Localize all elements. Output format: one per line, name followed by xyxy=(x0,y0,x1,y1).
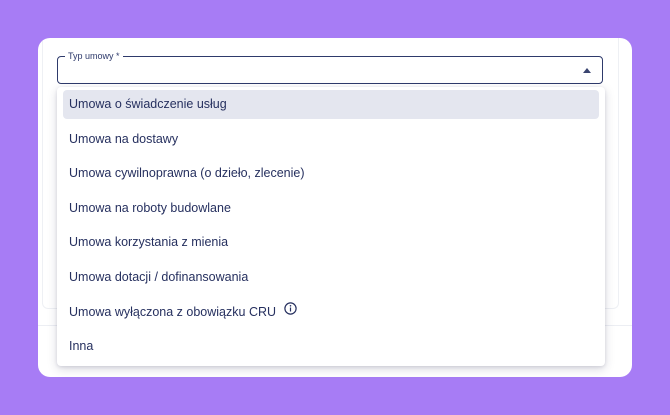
option-cywilnoprawna[interactable]: Umowa cywilnoprawna (o dzieło, zlecenie) xyxy=(63,159,599,188)
option-label: Umowa korzystania z mienia xyxy=(69,235,229,250)
contract-type-dropdown-menu: Umowa o świadczenie usług Umowa na dosta… xyxy=(57,87,605,366)
option-label: Umowa dotacji / dofinansowania xyxy=(69,269,249,284)
info-icon[interactable] xyxy=(283,297,297,326)
option-wylaczona-cru[interactable]: Umowa wyłączona z obowiązku CRU xyxy=(63,298,599,327)
option-dostawy[interactable]: Umowa na dostawy xyxy=(63,125,599,154)
option-roboty-budowlane[interactable]: Umowa na roboty budowlane xyxy=(63,194,599,223)
option-dotacji[interactable]: Umowa dotacji / dofinansowania xyxy=(63,263,599,292)
option-label: Umowa o świadczenie usług xyxy=(69,97,227,111)
contract-type-select[interactable]: Typ umowy * xyxy=(57,49,603,84)
option-uslugi[interactable]: Umowa o świadczenie usług xyxy=(63,90,599,119)
option-label: Umowa na roboty budowlane xyxy=(69,200,231,215)
option-label: Umowa na dostawy xyxy=(69,131,179,146)
chevron-up-icon[interactable] xyxy=(583,68,591,73)
option-korzystanie-z-mienia[interactable]: Umowa korzystania z mienia xyxy=(63,228,599,257)
option-label: Umowa cywilnoprawna (o dzieło, zlecenie) xyxy=(69,166,305,181)
option-label: Umowa wyłączona z obowiązku CRU xyxy=(69,304,277,319)
option-label: Inna xyxy=(69,339,94,354)
contract-type-label: Typ umowy * xyxy=(65,49,123,63)
option-inna[interactable]: Inna xyxy=(63,332,599,361)
